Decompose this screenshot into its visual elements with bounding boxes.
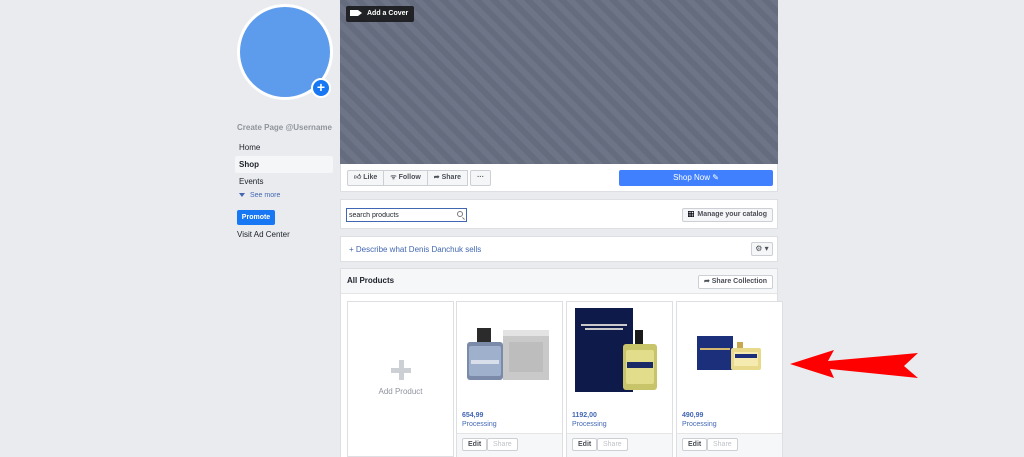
create-page-username-link[interactable]: Create Page @Username	[237, 123, 332, 132]
catalog-search-card: Manage your catalog	[340, 199, 778, 229]
add-cover-label: Add a Cover	[367, 10, 409, 17]
product-image-perfume-dupont[interactable]	[677, 302, 782, 406]
rss-icon: ᯤ	[390, 174, 399, 181]
add-photo-icon[interactable]: +	[311, 78, 331, 98]
visit-ad-center-link[interactable]: Visit Ad Center	[237, 230, 290, 239]
manage-catalog-label: Manage your catalog	[697, 211, 767, 218]
edit-button[interactable]: Edit	[682, 438, 708, 451]
share-button[interactable]: Share	[707, 438, 738, 451]
search-products-input[interactable]	[346, 208, 467, 222]
see-more-label: See more	[250, 192, 281, 199]
products-header: All Products ➦ Share Collection	[341, 269, 777, 294]
product-price: 490,99	[682, 412, 704, 419]
add-product-label: Add Product	[378, 387, 423, 396]
profile-picture[interactable]: +	[237, 4, 333, 100]
product-status: Processing	[572, 421, 607, 428]
product-footer: Edit Share	[457, 433, 562, 457]
share-arrow-icon: ➦	[703, 278, 712, 285]
promote-button[interactable]: Promote	[237, 210, 275, 225]
sidebar-nav: Home Shop Events See more	[235, 139, 333, 202]
video-camera-icon	[350, 10, 362, 17]
grid-icon	[688, 211, 695, 217]
product-image-perfume-silver[interactable]	[457, 302, 562, 406]
like-label: Like	[363, 174, 378, 181]
follow-button[interactable]: ᯤ Follow	[383, 170, 428, 186]
more-options-button[interactable]: ···	[470, 170, 492, 186]
edit-button[interactable]: Edit	[462, 438, 488, 451]
sidebar-item-home[interactable]: Home	[235, 139, 333, 156]
follow-label: Follow	[398, 174, 421, 181]
product-card[interactable]: 490,99 Processing Edit Share	[676, 301, 783, 457]
add-product-tile[interactable]: Add Product	[347, 301, 454, 457]
gear-icon[interactable]: ⚙ ▾	[751, 242, 773, 256]
product-status: Processing	[682, 421, 717, 428]
action-button-group: 👍︎ Like ᯤ Follow ➦ Share ···	[347, 170, 492, 186]
shop-now-button[interactable]: Shop Now ✎	[619, 170, 773, 186]
search-icon[interactable]	[457, 211, 463, 217]
share-arrow-icon: ➦	[433, 174, 442, 181]
describe-sells-link[interactable]: + Describe what Denis Danchuk sells	[349, 245, 481, 254]
sidebar-item-events[interactable]: Events	[235, 173, 333, 190]
product-card[interactable]: 654,99 Processing Edit Share	[456, 301, 563, 457]
see-more-link[interactable]: See more	[235, 190, 333, 202]
share-collection-label: Share Collection	[711, 278, 767, 285]
edit-button[interactable]: Edit	[572, 438, 598, 451]
product-image-perfume-dg[interactable]	[567, 302, 672, 406]
product-footer: Edit Share	[677, 433, 782, 457]
add-cover-button[interactable]: Add a Cover	[346, 6, 415, 22]
sidebar-item-shop[interactable]: Shop	[235, 156, 333, 173]
cover-photo: Add a Cover	[340, 0, 778, 164]
plus-icon	[391, 360, 411, 380]
product-price: 1192,00	[572, 412, 597, 419]
share-label: Share	[441, 174, 462, 181]
caret-down-icon	[239, 193, 245, 198]
annotation-arrow-icon	[790, 350, 918, 378]
share-button[interactable]: Share	[597, 438, 628, 451]
describe-card: + Describe what Denis Danchuk sells ⚙ ▾	[340, 236, 778, 262]
share-collection-button[interactable]: ➦ Share Collection	[697, 275, 773, 289]
all-products-title: All Products	[347, 276, 395, 285]
page-action-bar: 👍︎ Like ᯤ Follow ➦ Share ··· Shop Now ✎	[340, 164, 778, 192]
share-button[interactable]: ➦ Share	[426, 170, 469, 186]
product-card[interactable]: 1192,00 Processing Edit Share	[566, 301, 673, 457]
like-button[interactable]: 👍︎ Like	[347, 170, 385, 186]
product-footer: Edit Share	[567, 433, 672, 457]
manage-catalog-button[interactable]: Manage your catalog	[682, 208, 773, 222]
share-button[interactable]: Share	[487, 438, 518, 451]
product-price: 654,99	[462, 412, 484, 419]
products-section: All Products ➦ Share Collection Add Prod…	[340, 268, 783, 457]
product-status: Processing	[462, 421, 497, 428]
thumbs-up-icon: 👍︎	[354, 174, 364, 181]
